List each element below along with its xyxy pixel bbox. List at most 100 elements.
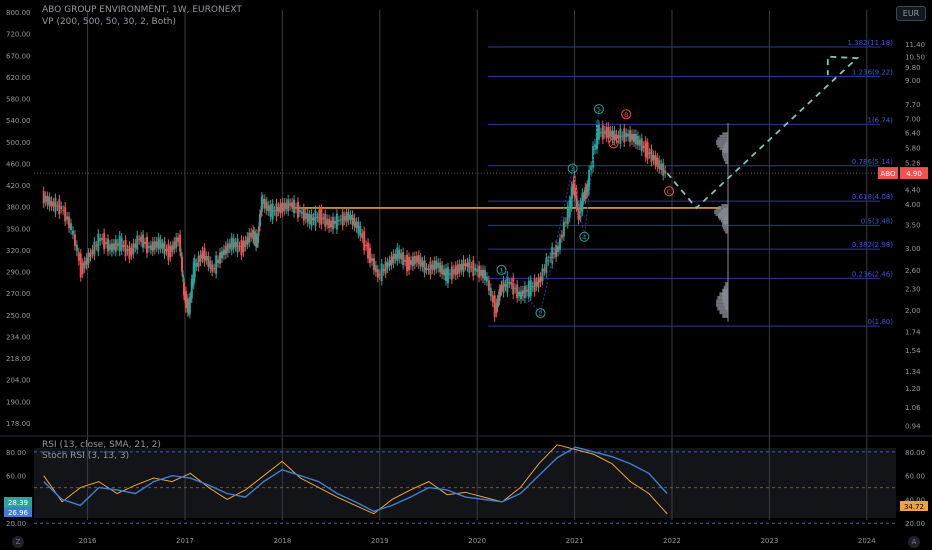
- volume-profile-bar: [716, 139, 728, 143]
- auto-scale-button[interactable]: A: [908, 536, 920, 548]
- x-tick-label: 2019: [371, 537, 389, 545]
- volume-profile-bar: [722, 224, 728, 227]
- candle-body: [446, 267, 449, 284]
- candle-body: [638, 139, 641, 146]
- candle-body: [250, 232, 253, 238]
- fib-level-label: 0.5(3.48): [861, 217, 893, 225]
- left-axis-tick: 580.00: [6, 96, 31, 104]
- left-axis-tick: 178.00: [6, 420, 31, 428]
- price-tag-label: ABO: [881, 170, 896, 178]
- candle-body: [625, 132, 628, 138]
- currency-button[interactable]: EUR: [896, 6, 926, 21]
- candle-body: [269, 204, 272, 218]
- candle-body: [448, 273, 451, 275]
- candle-body: [283, 202, 286, 211]
- candle-body: [333, 220, 336, 224]
- candle-body: [271, 203, 274, 220]
- candle-body: [611, 130, 614, 139]
- candle-body: [153, 241, 156, 250]
- candle-body: [93, 241, 96, 256]
- candle-body: [537, 278, 540, 288]
- left-axis-tick: 720.00: [6, 31, 31, 39]
- candle-body: [341, 212, 344, 226]
- candle-body: [656, 157, 659, 168]
- candle-body: [369, 247, 372, 263]
- candle-body: [470, 266, 473, 268]
- rsi-value-tag: 28.39: [8, 499, 28, 507]
- right-axis-tick: 5.26: [905, 159, 921, 167]
- candle-body: [310, 213, 313, 226]
- fib-level-label: 1(6.74): [867, 116, 893, 124]
- candle-body: [203, 247, 206, 262]
- candle-body: [240, 239, 243, 256]
- candle-body: [619, 128, 622, 145]
- candle-body: [543, 268, 546, 272]
- candle-body: [476, 269, 479, 272]
- left-axis-tick: 380.00: [6, 204, 31, 212]
- stoch-rsi-label: Stoch RSI (3, 13, 3): [42, 451, 130, 461]
- candle-body: [261, 198, 264, 205]
- volume-profile-bar: [722, 153, 728, 156]
- candle-body: [144, 242, 147, 245]
- rsi-right-tick: 60.00: [905, 473, 925, 481]
- left-axis-tick: 540.00: [6, 117, 31, 125]
- volume-profile-bar: [722, 132, 728, 135]
- candle-body: [518, 291, 521, 297]
- candle-body: [205, 255, 208, 261]
- volume-profile-bar: [719, 134, 728, 138]
- candle-body: [603, 130, 606, 135]
- candle-body: [165, 249, 168, 252]
- candle-body: [662, 163, 665, 176]
- wave-label-text: C: [667, 188, 672, 196]
- candle-body: [159, 239, 162, 249]
- candle-body: [480, 269, 483, 276]
- fib-level-label: 0.786(5.14): [852, 158, 893, 166]
- candle-body: [441, 265, 444, 275]
- wave-label-text: 3: [571, 165, 575, 173]
- volume-profile-bar: [722, 226, 728, 230]
- volume-profile-bar: [723, 144, 728, 148]
- candle-body: [324, 213, 327, 227]
- rsi-label: RSI (13, close, SMA, 21, 2): [42, 440, 161, 450]
- candle-body: [42, 191, 45, 204]
- candle-body: [345, 212, 348, 223]
- candle-body: [201, 251, 204, 259]
- right-axis-tick: 2.00: [905, 307, 921, 315]
- candle-body: [50, 200, 53, 206]
- candle-body: [398, 249, 401, 259]
- right-axis-tick: 7.70: [905, 101, 921, 109]
- right-axis-tick: 1.06: [905, 404, 921, 412]
- candle-body: [279, 203, 282, 214]
- right-axis-tick: 1.54: [905, 347, 921, 355]
- candle-body: [353, 218, 356, 227]
- candle-body: [46, 195, 49, 205]
- candle-body: [648, 152, 651, 154]
- candle-body: [136, 235, 139, 250]
- candle-body: [215, 255, 218, 274]
- rsi-left-tick: 60.00: [6, 473, 26, 481]
- volume-profile-bar: [722, 147, 728, 151]
- candle-body: [246, 236, 249, 245]
- candle-body: [320, 208, 323, 225]
- candle-body: [359, 225, 362, 237]
- right-axis-tick: 7.00: [905, 116, 921, 124]
- candle-body: [419, 257, 422, 267]
- candle-body: [157, 237, 160, 250]
- candle-body: [122, 245, 125, 248]
- candle-body: [220, 251, 223, 259]
- candle-body: [226, 243, 229, 253]
- candle-body: [631, 133, 634, 141]
- volume-profile-bar: [722, 150, 728, 154]
- wave-label-text: 4: [582, 233, 586, 241]
- chart-stage[interactable]: 1.382(11.18) 1.236(9.22) 1(6.74) 0.786(5.14…: [0, 0, 932, 550]
- candle-body: [291, 202, 294, 208]
- rsi-right-tag: 34.72: [904, 503, 924, 511]
- timezone-button[interactable]: Z: [12, 536, 24, 548]
- right-axis-tick: 4.00: [905, 201, 921, 209]
- candle-body: [380, 263, 383, 281]
- rsi-left-tick: 80.00: [6, 449, 26, 457]
- right-axis-tick: 11.40: [905, 41, 925, 49]
- volume-profile-bar: [722, 292, 728, 297]
- candle-body: [62, 209, 65, 211]
- candle-body: [85, 257, 88, 266]
